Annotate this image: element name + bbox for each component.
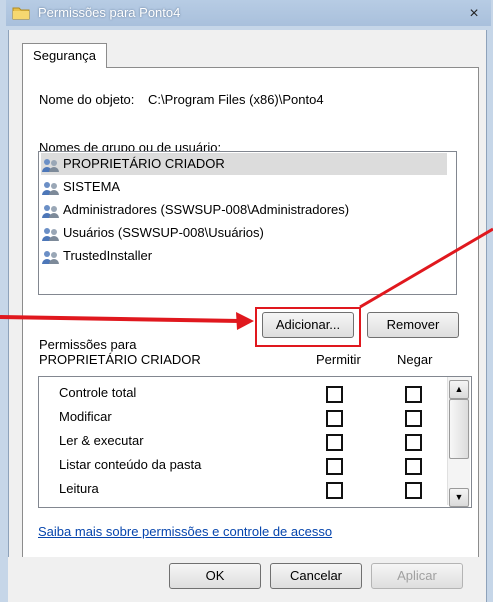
scrollbar-thumb[interactable] <box>449 399 469 459</box>
window-title: Permissões para Ponto4 <box>38 5 181 20</box>
arrow-down-icon: ▼ <box>454 492 464 502</box>
apply-button[interactable]: Aplicar <box>371 563 463 589</box>
add-button[interactable]: Adicionar... <box>262 312 354 338</box>
remove-button[interactable]: Remover <box>367 312 459 338</box>
list-item-label: Administradores (SSWSUP-008\Administrado… <box>63 202 350 217</box>
cancel-button[interactable]: Cancelar <box>270 563 362 589</box>
object-name-label: Nome do objeto: <box>39 92 135 107</box>
list-item-label: PROPRIETÁRIO CRIADOR <box>63 156 225 171</box>
list-item-trustedinstaller[interactable]: TrustedInstaller <box>41 245 152 267</box>
users-list[interactable]: PROPRIETÁRIO CRIADOR SISTEMA Administrad… <box>38 151 457 295</box>
users-group-icon <box>42 250 59 264</box>
permission-row: Leitura <box>59 481 99 496</box>
list-item-system[interactable]: SISTEMA <box>41 176 120 198</box>
arrow-up-icon: ▲ <box>454 384 464 394</box>
scroll-down-button[interactable]: ▼ <box>449 488 469 507</box>
deny-checkbox[interactable] <box>405 386 422 403</box>
allow-checkbox[interactable] <box>326 434 343 451</box>
permission-row: Listar conteúdo da pasta <box>59 457 202 472</box>
allow-checkbox[interactable] <box>326 386 343 403</box>
learn-more-link[interactable]: Saiba mais sobre permissões e controle d… <box>38 524 332 539</box>
column-deny: Negar <box>397 352 433 367</box>
tab-seguranca[interactable]: Segurança <box>22 43 107 68</box>
users-group-icon <box>42 181 59 195</box>
users-group-icon <box>42 204 59 218</box>
scroll-up-button[interactable]: ▲ <box>449 380 469 399</box>
list-item-users[interactable]: Usuários (SSWSUP-008\Usuários) <box>41 222 264 244</box>
permission-row: Modificar <box>59 409 112 424</box>
close-button[interactable]: × <box>461 4 487 24</box>
ok-button[interactable]: OK <box>169 563 261 589</box>
permissions-list: Controle total Modificar Ler & executar … <box>38 376 472 508</box>
deny-checkbox[interactable] <box>405 410 422 427</box>
list-item-administrators[interactable]: Administradores (SSWSUP-008\Administrado… <box>41 199 349 221</box>
users-group-icon <box>42 227 59 241</box>
permission-row: Ler & executar <box>59 433 144 448</box>
permissions-label: Permissões para <box>39 337 137 352</box>
column-allow: Permitir <box>316 352 361 367</box>
deny-checkbox[interactable] <box>405 458 422 475</box>
allow-checkbox[interactable] <box>326 482 343 499</box>
close-icon: × <box>469 5 479 22</box>
list-item-owner[interactable]: PROPRIETÁRIO CRIADOR <box>41 153 447 175</box>
deny-checkbox[interactable] <box>405 482 422 499</box>
permission-row: Controle total <box>59 385 137 400</box>
allow-checkbox[interactable] <box>326 458 343 475</box>
list-item-label: TrustedInstaller <box>63 248 153 263</box>
object-name-value: C:\Program Files (x86)\Ponto4 <box>148 92 324 107</box>
list-item-label: SISTEMA <box>63 179 121 194</box>
deny-checkbox[interactable] <box>405 434 422 451</box>
permissions-principal: PROPRIETÁRIO CRIADOR <box>39 352 201 367</box>
list-item-label: Usuários (SSWSUP-008\Usuários) <box>63 225 264 240</box>
folder-icon <box>12 7 30 20</box>
users-group-icon <box>42 158 59 172</box>
allow-checkbox[interactable] <box>326 410 343 427</box>
